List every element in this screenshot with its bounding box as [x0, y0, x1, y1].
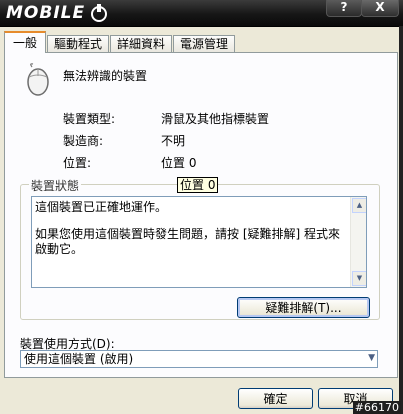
dropdown-arrow-icon[interactable]: ▼ [368, 353, 375, 363]
app-logo: MOBILE [6, 3, 110, 23]
device-type-value: 滑鼠及其他指標裝置 [161, 112, 270, 126]
device-name: 無法辨識的裝置 [63, 69, 148, 83]
mouse-icon [27, 63, 49, 96]
tab-panel-general: 無法辨識的裝置 裝置類型: 滑鼠及其他指標裝置 製造商: 不明 位置: 位置 0… [4, 52, 398, 378]
device-status-textbox[interactable]: 這個裝置已正確地運作。 如果您使用這個裝置時發生問題，請按 [疑難排解] 程式來… [31, 196, 367, 288]
scroll-down-arrow-icon[interactable]: ▼ [352, 271, 366, 286]
tab-general[interactable]: 一般 [4, 31, 47, 53]
scroll-up-arrow-icon[interactable]: ▲ [352, 198, 366, 213]
troubleshoot-button[interactable]: 疑難排解(T)... [237, 297, 370, 318]
tab-details[interactable]: 詳細資料 [110, 35, 173, 53]
device-type-label: 裝置類型: [63, 112, 116, 126]
close-button[interactable]: X [361, 0, 399, 17]
logo-text: MOBILE [6, 3, 86, 23]
location-value: 位置 0 [161, 156, 197, 170]
watermark-label: #66170 [352, 401, 401, 414]
tab-power-management[interactable]: 電源管理 [173, 35, 236, 53]
device-properties-dialog: MOBILE ? X 一般 驅動程式 詳細資料 電源管理 無法辨識的裝置 裝置類… [0, 0, 403, 414]
status-line-1: 這個裝置已正確地運作。 [35, 200, 168, 214]
help-button[interactable]: ? [326, 0, 362, 17]
location-label: 位置: [63, 156, 92, 170]
device-status-label: 裝置狀態 [29, 177, 82, 194]
device-usage-select[interactable]: 使用這個裝置 (啟用) ▼ [20, 350, 378, 368]
window-edge [399, 26, 403, 414]
location-tooltip: 位置 0 [177, 177, 219, 193]
tab-strip: 一般 驅動程式 詳細資料 電源管理 [4, 31, 236, 53]
device-status-group: 裝置狀態 這個裝置已正確地運作。 如果您使用這個裝置時發生問題，請按 [疑難排解… [20, 177, 380, 320]
tab-driver[interactable]: 驅動程式 [47, 35, 110, 53]
manufacturer-label: 製造商: [63, 134, 104, 148]
status-scrollbar[interactable]: ▲ ▼ [350, 197, 366, 287]
status-text: 這個裝置已正確地運作。 如果您使用這個裝置時發生問題，請按 [疑難排解] 程式來… [35, 200, 347, 257]
manufacturer-value: 不明 [161, 134, 186, 148]
ok-button[interactable]: 確定 [238, 388, 313, 409]
title-bar[interactable]: MOBILE ? X [0, 0, 403, 27]
device-usage-selected-value: 使用這個裝置 (啟用) [24, 352, 134, 366]
logo-emblem-icon [91, 4, 108, 22]
status-line-2: 如果您使用這個裝置時發生問題，請按 [疑難排解] 程式來啟動它。 [35, 227, 340, 256]
